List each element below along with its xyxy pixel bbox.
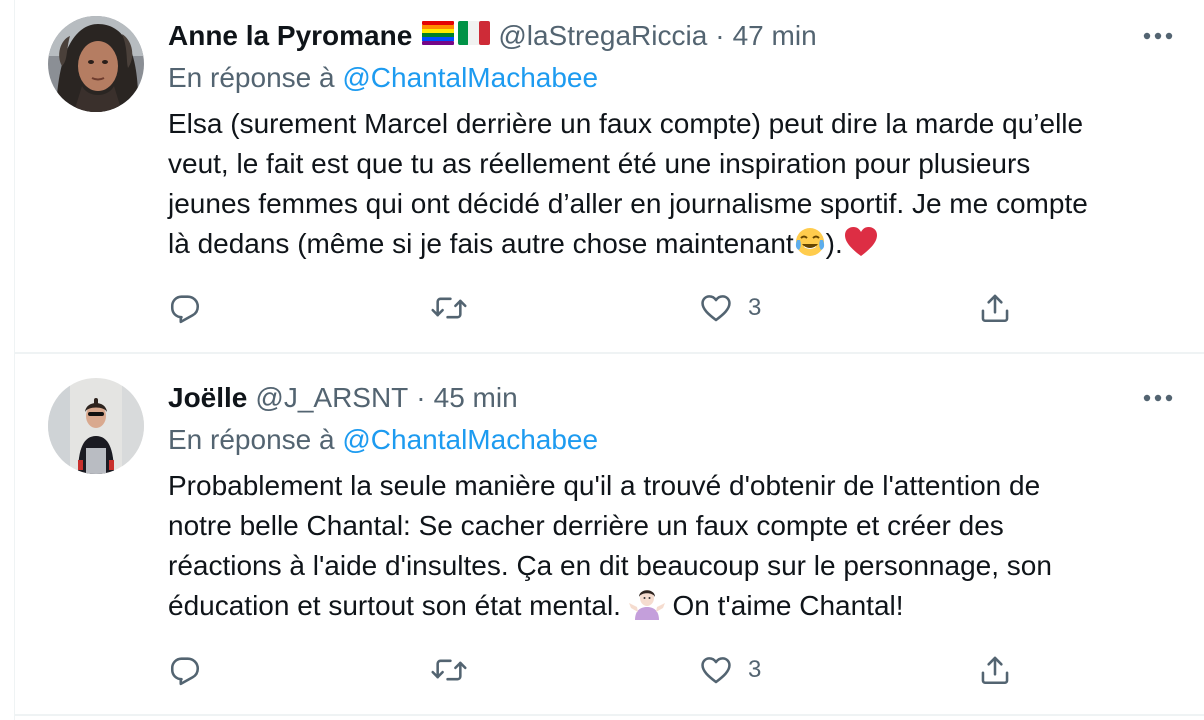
tweet-divider [15, 714, 1204, 716]
timestamp[interactable]: 45 min [434, 382, 518, 414]
tweet-header: Joëlle @J_ARSNT · 45 min [168, 380, 518, 416]
share-icon [981, 656, 1009, 685]
tweet-text-line: réactions à l'aide d'insultes. Ça en dit… [168, 550, 1052, 581]
display-name[interactable]: Joëlle [168, 382, 247, 414]
tweet-text-line-last: éducation et surtout son état mental. On… [168, 586, 1178, 631]
reply-icon [170, 657, 200, 686]
italy-flag-icon [458, 20, 491, 52]
tweet-joelle[interactable]: Joëlle @J_ARSNT · 45 min En réponse à @C… [15, 354, 1204, 716]
tweet-anne-la-pyromane[interactable]: Anne la Pyromane @laStregaRiccia · 47 mi… [15, 0, 1204, 352]
more-options-button[interactable] [1138, 16, 1178, 56]
reply-button[interactable] [168, 648, 202, 692]
tweet-text-line: Probablement la seule manière qu'il a tr… [168, 470, 1041, 501]
retweet-icon [431, 297, 467, 319]
avatar[interactable] [48, 378, 144, 474]
retweet-button[interactable] [430, 286, 468, 330]
more-options-button[interactable] [1138, 378, 1178, 418]
tweet-text-line: Elsa (surement Marcel derrière un faux c… [168, 108, 1084, 139]
flag-emojis [422, 20, 491, 52]
tweet-text: Probablement la seule manière qu'il a tr… [168, 466, 1178, 631]
avatar-image [48, 378, 144, 474]
timestamp[interactable]: 47 min [733, 20, 817, 52]
more-icon [1143, 32, 1173, 40]
reply-icon [170, 295, 200, 324]
face-with-tears-of-joy-emoji [794, 226, 826, 269]
tweet-text-segment: là dedans (même si je fais autre chose m… [168, 228, 794, 259]
share-button[interactable] [978, 648, 1012, 692]
handle[interactable]: @J_ARSNT [255, 382, 408, 414]
tweet-text-segment: éducation et surtout son état mental. [168, 590, 621, 621]
tweet-text-line: notre belle Chantal: Se cacher derrière … [168, 510, 1004, 541]
share-button[interactable] [978, 286, 1012, 330]
avatar-image [48, 16, 144, 112]
like-count: 3 [748, 294, 762, 321]
reply-context: En réponse à @ChantalMachabee [168, 424, 598, 456]
tweet-header: Anne la Pyromane @laStregaRiccia · 47 mi… [168, 18, 817, 54]
tweet-text: Elsa (surement Marcel derrière un faux c… [168, 104, 1178, 269]
reply-prefix: En réponse à [168, 424, 335, 455]
reply-prefix: En réponse à [168, 62, 335, 93]
separator-dot: · [715, 20, 725, 51]
reply-button[interactable] [168, 286, 202, 330]
reply-mention-link[interactable]: @ChantalMachabee [342, 62, 598, 93]
tweet-actions: 3 [168, 286, 1048, 330]
tweet-text-line-last: là dedans (même si je fais autre chose m… [168, 224, 1178, 269]
separator-dot: · [416, 382, 426, 413]
display-name[interactable]: Anne la Pyromane [168, 20, 412, 52]
retweet-button[interactable] [430, 648, 468, 692]
share-icon [981, 294, 1009, 323]
retweet-icon [431, 659, 467, 681]
handle[interactable]: @laStregaRiccia [498, 20, 707, 52]
rainbow-flag-icon [422, 20, 455, 52]
like-button[interactable]: 3 [698, 286, 761, 330]
more-icon [1143, 394, 1173, 402]
reply-context: En réponse à @ChantalMachabee [168, 62, 598, 94]
like-count: 3 [748, 656, 762, 683]
like-button[interactable]: 3 [698, 648, 761, 692]
tweet-actions: 3 [168, 648, 1048, 692]
tweet-text-line: veut, le fait est que tu as réellement é… [168, 148, 1031, 179]
red-heart-emoji [843, 226, 879, 269]
tweet-text-segment: ). [825, 228, 843, 259]
reply-mention-link[interactable]: @ChantalMachabee [342, 424, 598, 455]
heart-icon [701, 657, 731, 684]
tweet-text-line: jeunes femmes qui ont décidé d’aller en … [168, 188, 1088, 219]
heart-icon [701, 295, 731, 322]
tweet-text-segment: On t'aime Chantal! [672, 590, 904, 621]
person-shrugging-emoji [628, 586, 665, 631]
avatar[interactable] [48, 16, 144, 112]
